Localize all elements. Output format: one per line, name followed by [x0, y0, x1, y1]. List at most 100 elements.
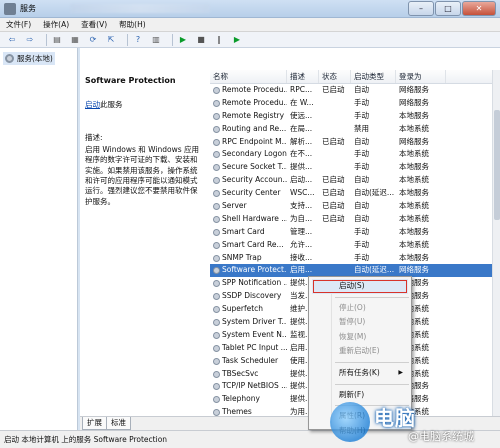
cell-status [319, 97, 351, 110]
cell-name: Secondary Logon [210, 148, 287, 161]
scrollbar-thumb[interactable] [494, 110, 500, 220]
menu-action[interactable]: 操作(A) [37, 18, 75, 31]
cell-log-on-as: 本地系统 [399, 239, 429, 249]
cell-name: Remote Procedu... [210, 84, 287, 97]
window-title: 服务 [20, 4, 36, 13]
context-menu-item[interactable]: 所有任务(K) ▶ [309, 366, 411, 381]
service-name-text: TCP/IP NetBIOS ... [222, 381, 287, 391]
cell-name: Superfetch [210, 303, 287, 316]
column-header-log-on-as[interactable]: 登录为 [396, 70, 446, 83]
service-gear-icon [213, 396, 220, 404]
context-menu-separator [335, 296, 409, 298]
blurred-title-region [70, 4, 210, 13]
properties-icon[interactable]: ▦ [69, 34, 81, 46]
service-gear-icon [213, 202, 220, 210]
cell-startup-type: 手动 [354, 226, 369, 236]
cell-status [319, 252, 351, 265]
table-row[interactable]: Remote Procedu... 在 W... 手动 网络服务 [210, 97, 500, 110]
service-gear-icon [213, 344, 220, 352]
service-gear-icon [213, 138, 220, 146]
service-name-text: Secure Socket T... [222, 162, 287, 172]
context-menu-label: 暂停(U) [339, 317, 366, 327]
minimize-button[interactable]: – [408, 1, 434, 16]
table-row[interactable]: Secure Socket T... 提供... 手动 本地服务 [210, 161, 500, 174]
service-gear-icon [213, 383, 220, 391]
column-header-startup-type[interactable]: 启动类型 [351, 70, 396, 83]
cell-status [319, 239, 351, 252]
cell-name: System Driver T... [210, 316, 287, 329]
context-menu-separator [335, 383, 409, 385]
service-gear-icon [213, 280, 220, 288]
context-menu-label: 恢复(M) [339, 331, 367, 341]
service-name-text: SNMP Trap [222, 252, 262, 262]
stop-icon[interactable]: ■ [195, 34, 207, 46]
cell-name: Smart Card [210, 226, 287, 239]
service-name-text: Security Accoun... [222, 175, 287, 185]
table-row[interactable]: Security Accoun... 启动... 已启动 自动 本地系统 [210, 174, 500, 187]
cell-startup-type: 自动 [354, 175, 369, 185]
menu-view[interactable]: 查看(V) [75, 18, 113, 31]
vertical-scrollbar[interactable] [492, 70, 500, 416]
restart-icon[interactable]: ▶ [231, 34, 243, 46]
menu-file[interactable]: 文件(F) [0, 18, 37, 31]
cell-startup-type: 手动 [354, 252, 369, 262]
toolbar-separator [172, 33, 173, 46]
cell-startup-type: 禁用 [354, 123, 369, 133]
tab-standard[interactable]: 标准 [106, 417, 131, 430]
context-menu-item: 停止(O) [309, 301, 411, 316]
column-header-name[interactable]: 名称 [210, 70, 287, 83]
forward-arrow-icon[interactable]: ⇨ [24, 34, 36, 46]
column-header-status[interactable]: 状态 [319, 70, 351, 83]
table-row[interactable]: Secondary Logon 在不... 手动 本地系统 [210, 148, 500, 161]
service-gear-icon [213, 99, 220, 107]
console-tree-icon[interactable]: ▤ [51, 34, 63, 46]
cell-status: 已启动 [322, 136, 345, 146]
start-service-link[interactable]: 启动 [85, 100, 100, 109]
column-header-description[interactable]: 描述 [287, 70, 319, 83]
context-menu-item[interactable]: 启动(S) [312, 279, 408, 294]
table-row[interactable]: RPC Endpoint M... 解析... 已启动 自动 网络服务 [210, 136, 500, 149]
table-row[interactable]: Remote Procedu... RPC... 已启动 自动 网络服务 [210, 84, 500, 97]
close-button[interactable]: ✕ [462, 1, 496, 16]
cell-description: 在不... [290, 149, 313, 159]
cell-name: Themes [210, 406, 287, 416]
start-service-line: 启动此服务 [85, 99, 202, 110]
cell-startup-type: 手动 [354, 162, 369, 172]
tab-extended[interactable]: 扩展 [82, 417, 107, 430]
table-row[interactable]: Security Center WSC... 已启动 自动(延迟... 本地服务 [210, 187, 500, 200]
refresh-icon[interactable]: ⟳ [87, 34, 99, 46]
back-arrow-icon[interactable]: ⇦ [6, 34, 18, 46]
cell-name: Task Scheduler [210, 355, 287, 368]
cell-description: 启动... [290, 175, 313, 185]
submenu-arrow-icon: ▶ [398, 368, 403, 376]
menu-help[interactable]: 帮助(H) [113, 18, 152, 31]
table-row[interactable]: Remote Registry 使远... 手动 本地服务 [210, 110, 500, 123]
watermark-logo-icon [330, 402, 370, 442]
list-header: 名称 描述 状态 启动类型 登录为 [210, 70, 500, 84]
details-icon[interactable]: ▥ [150, 34, 162, 46]
toolbar: ⇦ ⇨ ▤ ▦ ⟳ ⇱ ? ▥ ▶ ■ ‖ ▶ [0, 32, 500, 48]
cell-name: Remote Registry [210, 110, 287, 123]
table-row[interactable]: Smart Card Re... 允许... 手动 本地系统 [210, 239, 500, 252]
cell-status [319, 123, 351, 136]
toolbar-separator [46, 33, 47, 46]
table-row[interactable]: Smart Card 管理... 手动 本地服务 [210, 226, 500, 239]
table-row[interactable]: Shell Hardware ... 为自... 已启动 自动 本地系统 [210, 213, 500, 226]
service-gear-icon [213, 151, 220, 159]
help-icon[interactable]: ? [132, 34, 144, 46]
tree-node-services-local[interactable]: 服务(本地) [3, 52, 55, 65]
context-menu-label: 重新启动(E) [339, 346, 380, 356]
table-row[interactable]: SNMP Trap 接收... 手动 本地服务 [210, 252, 500, 265]
table-row[interactable]: Routing and Re... 在局... 禁用 本地系统 [210, 123, 500, 136]
table-row[interactable]: Server 支持... 已启动 自动 本地系统 [210, 200, 500, 213]
play-icon[interactable]: ▶ [177, 34, 189, 46]
cell-startup-type: 手动 [354, 97, 369, 107]
service-name-text: Routing and Re... [222, 123, 287, 133]
cell-log-on-as: 本地系统 [399, 201, 429, 211]
cell-status [319, 161, 351, 174]
export-icon[interactable]: ⇱ [105, 34, 117, 46]
menu-bar: 文件(F) 操作(A) 查看(V) 帮助(H) [0, 18, 500, 32]
maximize-button[interactable]: □ [435, 1, 461, 16]
service-gear-icon [213, 254, 220, 262]
pause-icon[interactable]: ‖ [213, 34, 225, 46]
